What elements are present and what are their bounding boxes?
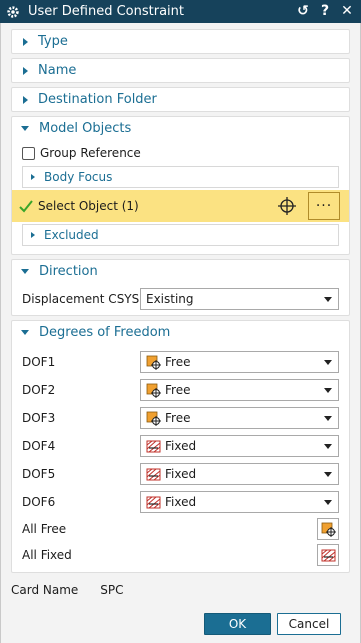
displacement-csys-label: Displacement CSYS	[22, 292, 140, 306]
dof5-value: Fixed	[165, 467, 197, 481]
excluded-group[interactable]: Excluded	[22, 224, 339, 246]
section-name: Name	[11, 58, 350, 83]
dof4-dropdown[interactable]: Fixed	[140, 435, 339, 457]
section-destination-folder: Destination Folder	[11, 87, 350, 112]
dof4-label: DOF4	[22, 439, 56, 453]
dof6-dropdown[interactable]: Fixed	[140, 491, 339, 513]
crosshair-icon[interactable]	[277, 196, 297, 216]
chevron-down-icon	[324, 388, 332, 393]
title-bar: User Defined Constraint ↺ ? ✕	[0, 0, 361, 23]
gear-icon	[7, 5, 19, 18]
section-name-label: Name	[38, 63, 77, 78]
chevron-down-icon	[324, 444, 332, 449]
fixed-icon	[321, 549, 335, 561]
all-free-button[interactable]	[317, 518, 339, 540]
expand-arrow-icon	[31, 174, 35, 180]
expand-arrow-icon	[23, 95, 28, 104]
chevron-down-icon	[324, 297, 332, 302]
body-focus-label: Body Focus	[44, 170, 113, 184]
collapse-arrow-icon	[21, 269, 29, 274]
dof3-row: DOF3 Free	[12, 404, 349, 432]
section-destination-folder-label: Destination Folder	[38, 92, 157, 107]
section-model-objects-label: Model Objects	[39, 121, 132, 136]
section-type-header[interactable]: Type	[12, 30, 349, 53]
section-name-header[interactable]: Name	[12, 59, 349, 82]
chevron-down-icon	[324, 416, 332, 421]
cancel-button[interactable]: Cancel	[277, 613, 341, 635]
dof6-row: DOF6 Fixed	[12, 488, 349, 516]
section-type: Type	[11, 29, 350, 54]
free-icon	[146, 355, 161, 370]
dof1-row: DOF1 Free	[12, 348, 349, 376]
dof4-value: Fixed	[165, 439, 197, 453]
dof6-label: DOF6	[22, 495, 56, 509]
all-fixed-label: All Fixed	[22, 548, 72, 562]
select-object-label: Select Object (1)	[38, 199, 139, 213]
group-reference-row: Group Reference	[12, 140, 349, 166]
section-degrees-of-freedom: Degrees of Freedom DOF1 Free DOF2 Free D…	[11, 320, 350, 573]
help-icon[interactable]: ?	[317, 2, 333, 20]
collapse-arrow-icon	[21, 126, 29, 131]
displacement-csys-dropdown[interactable]: Existing	[140, 288, 339, 310]
group-reference-checkbox[interactable]	[22, 146, 35, 160]
free-icon	[146, 383, 161, 398]
section-direction-header[interactable]: Direction	[12, 260, 349, 283]
section-dof-header[interactable]: Degrees of Freedom	[12, 321, 349, 344]
dof1-label: DOF1	[22, 355, 56, 369]
chevron-down-icon	[324, 500, 332, 505]
dof1-dropdown[interactable]: Free	[140, 351, 339, 373]
free-icon	[146, 411, 161, 426]
chevron-down-icon	[324, 360, 332, 365]
all-free-label: All Free	[22, 522, 67, 536]
card-name-value: SPC	[100, 583, 124, 597]
chevron-down-icon	[324, 472, 332, 477]
collapse-arrow-icon	[21, 330, 29, 335]
all-free-row: All Free	[12, 516, 349, 542]
section-direction: Direction Displacement CSYS Existing	[11, 259, 350, 316]
dof3-value: Free	[165, 411, 191, 425]
free-icon	[321, 522, 336, 537]
dof2-label: DOF2	[22, 383, 56, 397]
dof4-row: DOF4 Fixed	[12, 432, 349, 460]
group-reference-label: Group Reference	[40, 146, 141, 160]
dof3-dropdown[interactable]: Free	[140, 407, 339, 429]
window-title: User Defined Constraint	[28, 4, 184, 19]
section-destination-folder-header[interactable]: Destination Folder	[12, 88, 349, 111]
dof2-dropdown[interactable]: Free	[140, 379, 339, 401]
dof6-value: Fixed	[165, 495, 197, 509]
checkmark-icon	[19, 200, 33, 213]
section-model-objects-header[interactable]: Model Objects	[12, 117, 349, 140]
displacement-csys-row: Displacement CSYS Existing	[12, 283, 349, 315]
dof3-label: DOF3	[22, 411, 56, 425]
select-object-row[interactable]: Select Object (1) ···	[12, 190, 349, 222]
card-name-row: Card Name SPC	[11, 583, 124, 597]
dof2-row: DOF2 Free	[12, 376, 349, 404]
dof5-row: DOF5 Fixed	[12, 460, 349, 488]
expand-arrow-icon	[23, 37, 28, 46]
dof2-value: Free	[165, 383, 191, 397]
section-dof-label: Degrees of Freedom	[39, 325, 171, 340]
dof5-dropdown[interactable]: Fixed	[140, 463, 339, 485]
close-icon[interactable]: ✕	[339, 2, 355, 20]
dof5-label: DOF5	[22, 467, 56, 481]
section-direction-label: Direction	[39, 264, 98, 279]
all-fixed-row: All Fixed	[12, 542, 349, 568]
section-model-objects: Model Objects Group Reference Body Focus…	[11, 116, 350, 255]
all-fixed-button[interactable]	[317, 544, 339, 566]
dialog-body: Type Name Destination Folder Model Objec…	[0, 23, 361, 643]
expand-arrow-icon	[31, 232, 35, 238]
section-type-label: Type	[38, 34, 68, 49]
fixed-icon	[146, 468, 161, 480]
dof1-value: Free	[165, 355, 191, 369]
expand-arrow-icon	[23, 66, 28, 75]
body-focus-group[interactable]: Body Focus	[22, 166, 339, 188]
fixed-icon	[146, 440, 161, 452]
fixed-icon	[146, 496, 161, 508]
excluded-label: Excluded	[44, 228, 99, 242]
card-name-label: Card Name	[11, 583, 79, 597]
ok-button[interactable]: OK	[204, 613, 271, 635]
reset-icon[interactable]: ↺	[295, 2, 311, 20]
more-options-button[interactable]: ···	[308, 192, 340, 220]
displacement-csys-value: Existing	[146, 292, 194, 306]
